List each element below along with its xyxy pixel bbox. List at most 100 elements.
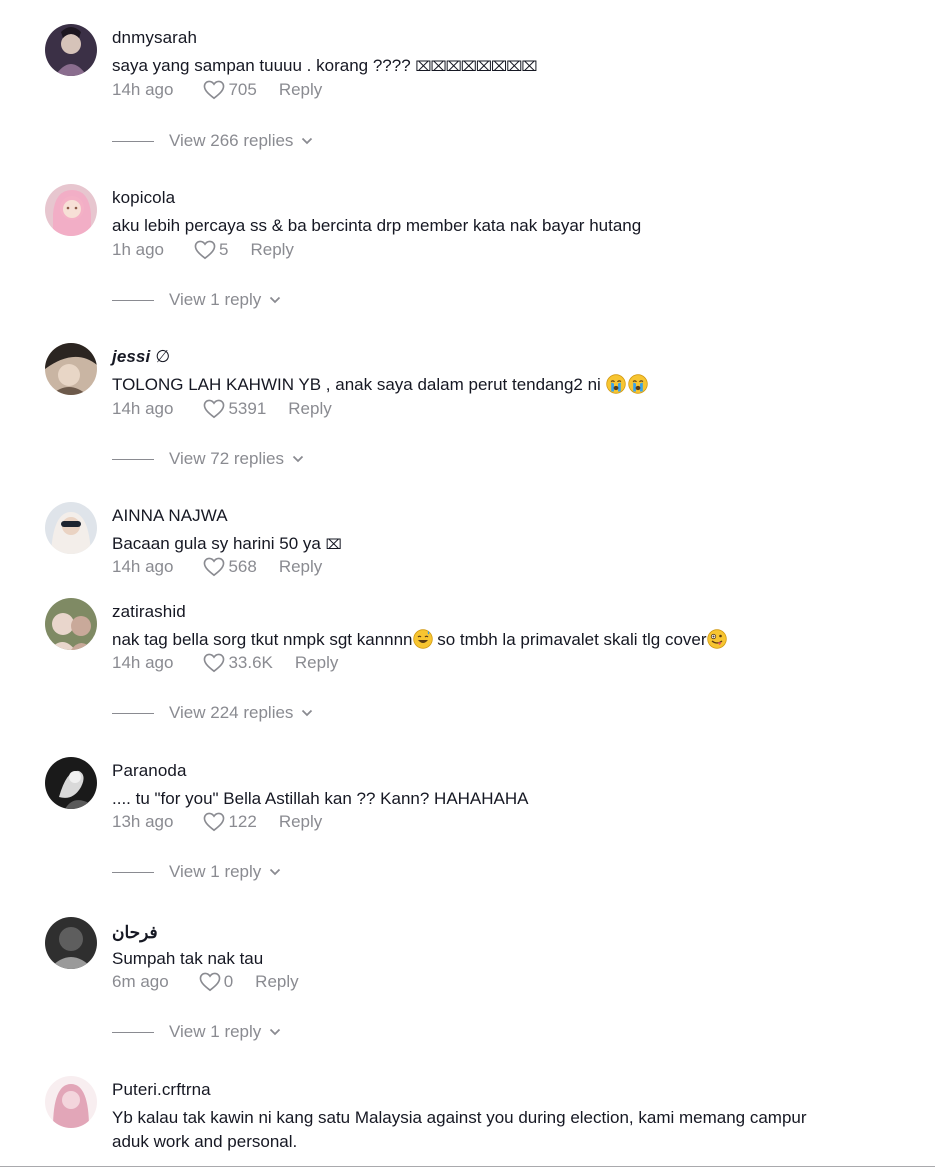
heart-outline-icon bbox=[204, 399, 225, 419]
comment-time: 13h ago bbox=[112, 812, 174, 831]
chevron-down-icon bbox=[270, 1028, 281, 1036]
comment-time: 14h ago bbox=[112, 399, 174, 418]
heart-outline-icon bbox=[199, 972, 221, 992]
comment-username[interactable]: jessi ∅ bbox=[112, 347, 170, 367]
view-replies-button[interactable]: View 266 replies bbox=[112, 131, 313, 151]
comment-text-body: TOLONG LAH KAHWIN YB , anak saya dalam p… bbox=[112, 375, 606, 394]
comment-username[interactable]: zatirashid bbox=[112, 602, 186, 622]
comment-text: Bacaan gula sy harini 50 ya ⌧ bbox=[112, 532, 912, 557]
like-count: 122 bbox=[228, 812, 257, 831]
view-replies-button[interactable]: View 224 replies bbox=[112, 703, 313, 723]
unrendered-glyphs: ⌧⌧⌧⌧⌧⌧⌧⌧ bbox=[415, 59, 537, 75]
view-replies-label: View 224 replies bbox=[169, 703, 294, 722]
avatar[interactable] bbox=[45, 24, 97, 76]
like-count: 5391 bbox=[228, 399, 267, 418]
comment-meta: 6m ago 0 Reply bbox=[112, 972, 299, 992]
comment-username[interactable]: Puteri.crftrna bbox=[112, 1080, 211, 1100]
comment-text: nak tag bella sorg tkut nmpk sgt kannnn … bbox=[112, 628, 912, 652]
comment-username[interactable]: AINNA NAJWA bbox=[112, 506, 228, 526]
bottom-divider bbox=[0, 1166, 935, 1167]
like-count: 33.6K bbox=[228, 653, 273, 672]
comment-meta: 14h ago 705 Reply bbox=[112, 80, 322, 100]
comment-text: TOLONG LAH KAHWIN YB , anak saya dalam p… bbox=[112, 373, 912, 397]
comment-text: .... tu "for you" Bella Astillah kan ?? … bbox=[112, 789, 529, 808]
reply-button[interactable]: Reply bbox=[255, 972, 298, 992]
like-button[interactable]: 568 bbox=[203, 557, 257, 577]
heart-outline-icon bbox=[194, 240, 216, 260]
reply-button[interactable]: Reply bbox=[288, 399, 331, 419]
avatar-image bbox=[45, 917, 97, 969]
avatar-image bbox=[45, 343, 97, 395]
avatar-image bbox=[45, 184, 97, 236]
comment-meta: 1h ago 5 Reply bbox=[112, 240, 294, 260]
avatar[interactable] bbox=[45, 757, 97, 809]
avatar-image bbox=[45, 1076, 97, 1128]
comment-text-body: so tmbh la primavalet skali tlg cover bbox=[432, 630, 707, 649]
reply-button[interactable]: Reply bbox=[279, 812, 322, 832]
comment-time: 14h ago bbox=[112, 80, 174, 99]
avatar[interactable] bbox=[45, 598, 97, 650]
avatar-image bbox=[45, 598, 97, 650]
divider-line bbox=[112, 712, 154, 714]
like-button[interactable]: 33.6K bbox=[203, 653, 273, 673]
chevron-down-icon bbox=[302, 709, 313, 717]
view-replies-label: View 1 reply bbox=[169, 862, 262, 881]
avatar-image bbox=[45, 757, 97, 809]
view-replies-button[interactable]: View 72 replies bbox=[112, 449, 304, 469]
like-button[interactable]: 0 bbox=[199, 972, 233, 992]
comment-username-text: jessi bbox=[112, 347, 151, 366]
comment-meta: 14h ago 568 Reply bbox=[112, 557, 322, 577]
like-button[interactable]: 5391 bbox=[203, 399, 266, 419]
like-button[interactable]: 122 bbox=[203, 812, 257, 832]
divider-line bbox=[112, 140, 154, 142]
reply-button[interactable]: Reply bbox=[295, 653, 338, 673]
comment-text-body: Bacaan gula sy harini 50 ya bbox=[112, 534, 326, 553]
comment-text-body: nak tag bella sorg tkut nmpk sgt kannnn bbox=[112, 630, 413, 649]
unrendered-glyphs: ⌧ bbox=[325, 537, 342, 553]
view-replies-button[interactable]: View 1 reply bbox=[112, 862, 281, 882]
comment-text: Sumpah tak nak tau bbox=[112, 949, 264, 968]
heart-outline-icon bbox=[204, 812, 225, 832]
comment-text: saya yang sampan tuuuu . korang ???? ⌧⌧⌧… bbox=[112, 54, 912, 79]
divider-line bbox=[112, 299, 154, 301]
like-count: 5 bbox=[219, 240, 229, 259]
sweat-smile-emoji-icon bbox=[412, 629, 433, 649]
view-replies-label: View 1 reply bbox=[169, 290, 262, 309]
comment-username[interactable]: فرحان bbox=[112, 923, 158, 943]
reply-button[interactable]: Reply bbox=[250, 240, 293, 260]
comment-username[interactable]: kopicola bbox=[112, 188, 175, 208]
comment-time: 14h ago bbox=[112, 557, 174, 576]
heart-outline-icon bbox=[204, 80, 225, 100]
chevron-down-icon bbox=[270, 296, 281, 304]
divider-line bbox=[112, 1031, 154, 1033]
comment-time: 14h ago bbox=[112, 653, 174, 672]
comment-time: 1h ago bbox=[112, 240, 164, 259]
chevron-down-icon bbox=[292, 455, 304, 463]
avatar[interactable] bbox=[45, 917, 97, 969]
like-button[interactable]: 705 bbox=[203, 80, 257, 100]
avatar[interactable] bbox=[45, 502, 97, 554]
chevron-down-icon bbox=[302, 137, 313, 145]
comment-meta: 14h ago 5391 Reply bbox=[112, 399, 332, 419]
comment-meta: 14h ago 33.6K Reply bbox=[112, 653, 338, 673]
comment-meta: 13h ago 122 Reply bbox=[112, 812, 322, 832]
like-button[interactable]: 5 bbox=[194, 240, 228, 260]
loudly-crying-emoji-icon bbox=[627, 374, 648, 394]
view-replies-label: View 72 replies bbox=[169, 449, 284, 468]
avatar[interactable] bbox=[45, 184, 97, 236]
comment-username[interactable]: dnmysarah bbox=[112, 28, 197, 48]
view-replies-button[interactable]: View 1 reply bbox=[112, 1022, 281, 1042]
loudly-crying-emoji-icon bbox=[605, 374, 626, 394]
avatar-image bbox=[45, 24, 97, 76]
comment-list: dnmysarah saya yang sampan tuuuu . koran… bbox=[0, 0, 935, 1173]
reply-button[interactable]: Reply bbox=[279, 80, 322, 100]
reply-button[interactable]: Reply bbox=[279, 557, 322, 577]
verified-mark: ∅ bbox=[155, 347, 171, 366]
heart-outline-icon bbox=[204, 653, 225, 673]
view-replies-label: View 266 replies bbox=[169, 131, 294, 150]
view-replies-label: View 1 reply bbox=[169, 1022, 262, 1041]
avatar[interactable] bbox=[45, 1076, 97, 1128]
view-replies-button[interactable]: View 1 reply bbox=[112, 290, 281, 310]
avatar[interactable] bbox=[45, 343, 97, 395]
comment-username[interactable]: Paranoda bbox=[112, 761, 187, 781]
